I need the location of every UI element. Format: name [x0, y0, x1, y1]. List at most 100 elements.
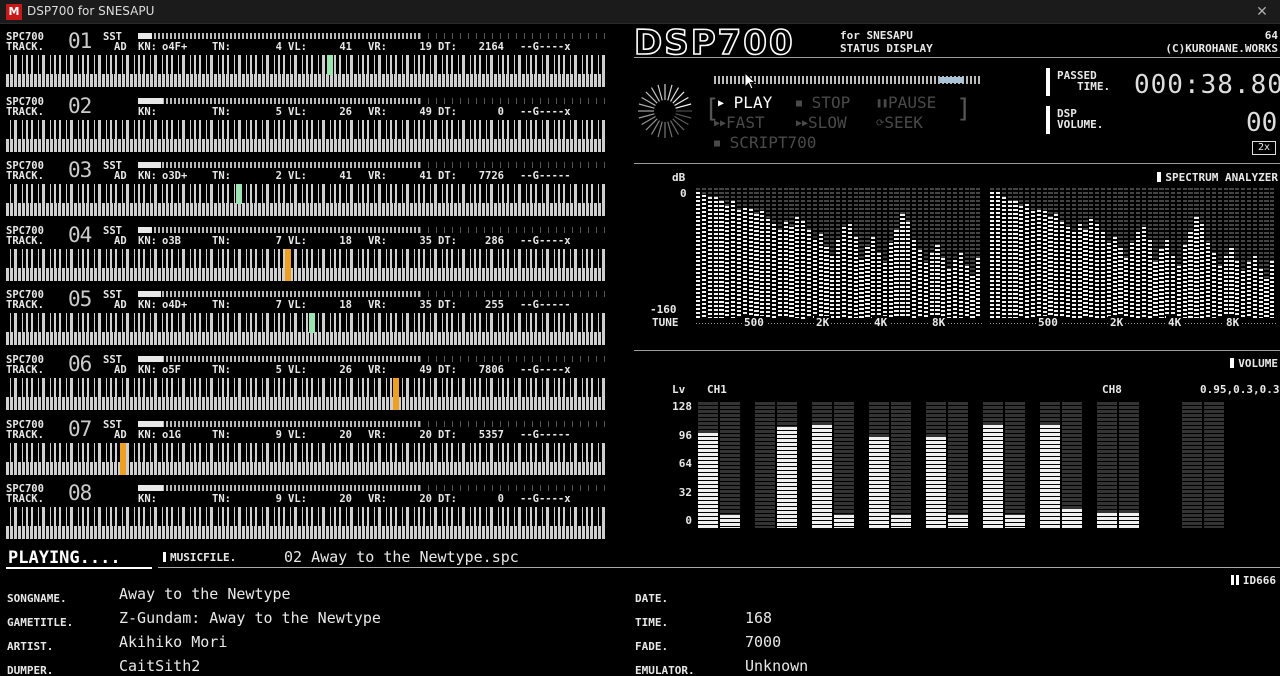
track-number[interactable]: 07 [68, 417, 92, 441]
dt-value: 2164 [478, 41, 504, 53]
musicfile-label: MUSICFILE. [163, 551, 236, 564]
spectrum-bar [731, 201, 736, 318]
track-number[interactable]: 04 [68, 223, 92, 247]
volume-multiplier-button[interactable]: 2x [1252, 141, 1276, 155]
spectrum-bar [696, 192, 701, 318]
close-button[interactable]: ✕ [1250, 2, 1274, 22]
spectrum-bar [990, 192, 995, 318]
gametitle-label: GAMETITLE. [7, 616, 74, 629]
kn-label: KN: [138, 364, 157, 376]
dt-value: 0 [497, 493, 504, 506]
pause-button[interactable]: ❚❚PAUSE [876, 93, 936, 112]
vr-label: VR: [368, 364, 387, 376]
vr-value: 49 [419, 364, 432, 376]
track-number[interactable]: 06 [68, 352, 92, 376]
vl-label: VL: [288, 234, 307, 247]
channel-meter [1040, 402, 1084, 528]
freq-tick-label: 500 [1036, 316, 1060, 329]
tn-value: 2 [275, 170, 282, 183]
spectrum-bar [789, 227, 794, 318]
freq-tick-label: 500 [742, 316, 766, 329]
spectrum-bar [713, 197, 718, 318]
spectrum-bar [865, 247, 870, 319]
kn-label: KN: [138, 41, 157, 53]
spectrum-bar [964, 266, 969, 318]
piano-keyboard[interactable] [6, 378, 606, 410]
piano-keyboard[interactable] [6, 507, 606, 540]
piano-keyboard[interactable] [6, 442, 606, 475]
active-key [327, 55, 333, 75]
slow-button[interactable]: ▶▶SLOW [796, 113, 847, 132]
mouse-cursor-icon [744, 72, 756, 90]
kn-value: o1G [162, 428, 181, 441]
track-number[interactable]: 08 [68, 481, 92, 505]
track-ruler [420, 356, 606, 362]
track-number[interactable]: 03 [68, 158, 92, 182]
pattern-value: --G----- [520, 428, 571, 441]
vl-label: VL: [288, 170, 307, 183]
ad-flag: AD [114, 170, 127, 183]
track-number[interactable]: 05 [68, 287, 92, 311]
track-panel: SPC700 TRACK. 02 KN: TN: 5 VL: 26 VR: 49… [6, 94, 606, 154]
tn-value: 9 [275, 493, 282, 506]
track-label: TRACK. [6, 105, 44, 118]
pattern-value: --G----x [520, 41, 571, 53]
spectrum-bar [760, 211, 765, 318]
stop-button[interactable]: ■ STOP [796, 93, 850, 112]
spectrum-bar [1246, 262, 1252, 318]
spectrum-bar [736, 210, 742, 318]
spectrum-bar [748, 209, 753, 318]
track-ruler [420, 485, 606, 492]
fast-button[interactable]: ▶▶FAST [714, 113, 765, 132]
channel-meter [812, 402, 856, 528]
spectrum-bar [859, 260, 864, 319]
spectrum-bar [806, 230, 812, 318]
track-level-bar [138, 33, 420, 39]
piano-keyboard[interactable] [6, 184, 606, 217]
spectrum-bar [847, 224, 853, 318]
tn-label: TN: [212, 299, 231, 312]
spectrum-bar [947, 269, 952, 318]
spectrum-bar [1188, 232, 1193, 318]
play-button[interactable]: ▶ PLAY [718, 93, 772, 112]
seek-handle[interactable] [939, 77, 963, 83]
seek-button[interactable]: ⟳SEEK [876, 113, 923, 132]
track-header: SPC700 TRACK. 06 SST AD KN: o5F TN: 5 VL… [6, 352, 606, 376]
ad-flag: AD [114, 299, 127, 312]
spectrum-right [990, 188, 1276, 318]
track-header: SPC700 TRACK. 08 KN: TN: 9 VL: 20 VR: 20… [6, 481, 606, 506]
piano-keyboard[interactable] [6, 55, 606, 87]
vl-value: 20 [339, 428, 352, 441]
volume-title: VOLUME [1230, 357, 1278, 370]
dt-label: DT: [438, 41, 457, 53]
spectrum-bar [725, 206, 730, 318]
track-header: SPC700 TRACK. 03 SST AD KN: o3D+ TN: 2 V… [6, 158, 606, 183]
ch8-label: CH8 [1102, 383, 1122, 396]
passed-time-value: 000:38.80 [1134, 70, 1280, 100]
tn-label: TN: [212, 41, 231, 53]
spectrum-bar [1264, 279, 1269, 318]
piano-keyboard[interactable] [6, 119, 606, 152]
activity-spinner-icon [638, 84, 692, 138]
spectrum-title: SPECTRUM ANALYZER [1157, 171, 1278, 184]
pattern-value: --G----- [520, 170, 571, 183]
freq-tick-label: 8K [1224, 316, 1242, 329]
musicfile-value: 02 Away to the Newtype.spc [284, 548, 519, 566]
spectrum-bar [1165, 240, 1170, 318]
piano-keyboard[interactable] [6, 248, 606, 281]
pattern-value: --G----x [520, 234, 571, 247]
piano-keyboard[interactable] [6, 313, 606, 346]
right-bracket: ] [956, 94, 972, 124]
spectrum-bar [888, 243, 893, 318]
track-number[interactable]: 02 [68, 94, 92, 118]
track-number[interactable]: 01 [68, 29, 92, 53]
spectrum-bar [766, 219, 771, 318]
track-ruler [420, 420, 606, 427]
channel-meter [869, 402, 913, 528]
vr-label: VR: [368, 428, 387, 441]
script700-button[interactable]: ■ SCRIPT700 [714, 133, 816, 152]
spectrum-bar [1030, 211, 1036, 318]
spectrum-bar [701, 195, 707, 319]
kn-label: KN: [138, 105, 157, 118]
title-bar: M DSP700 for SNESAPU ✕ [0, 0, 1280, 24]
